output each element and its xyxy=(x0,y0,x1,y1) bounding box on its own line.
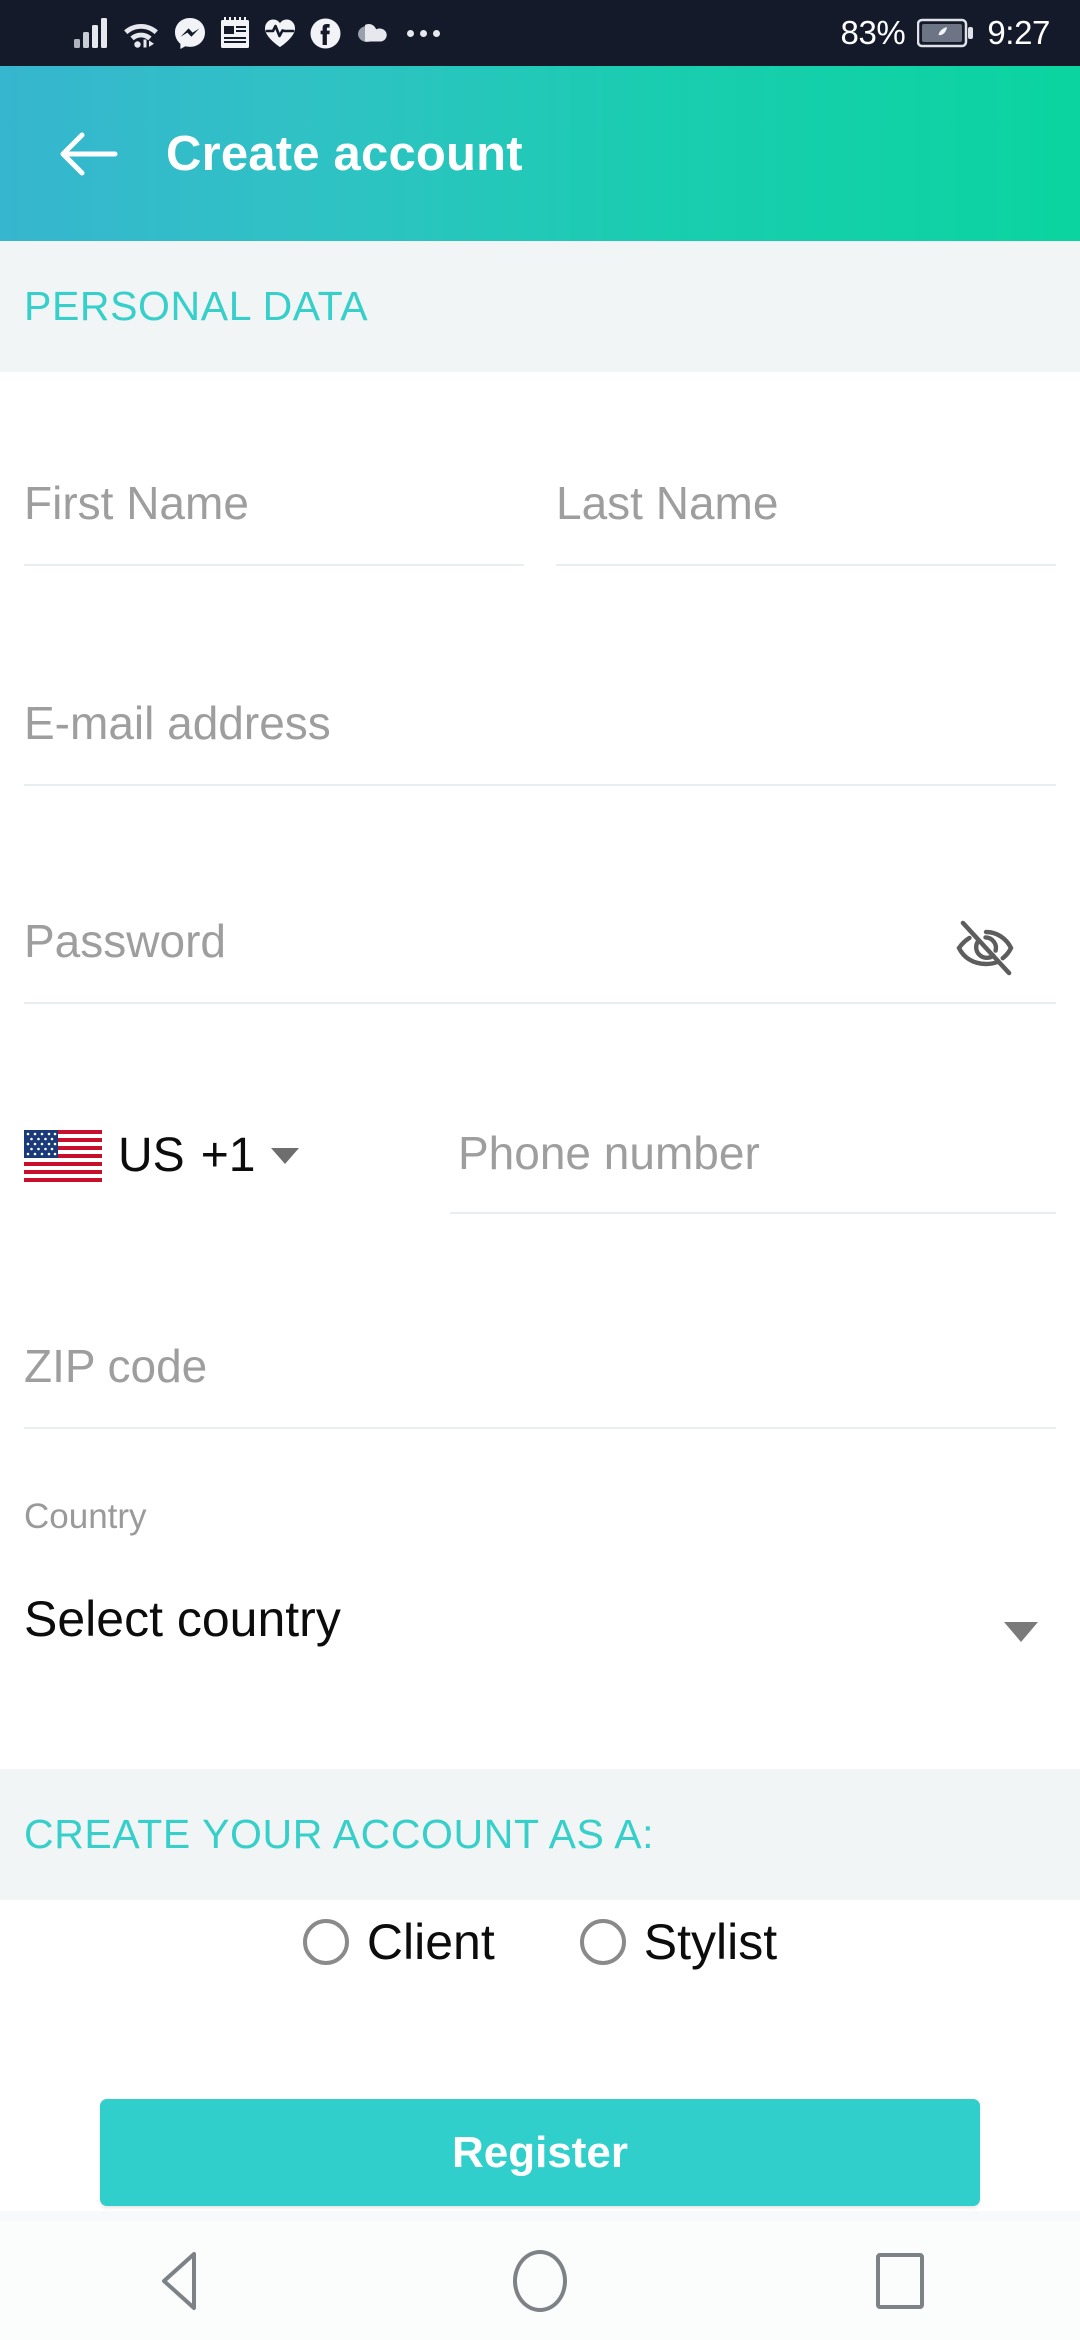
last-name-field[interactable]: Last Name xyxy=(556,470,1056,566)
us-flag-icon xyxy=(24,1129,102,1182)
email-underline xyxy=(24,784,1056,786)
status-bar-right: 83% 9:27 xyxy=(841,14,1080,52)
first-name-underline xyxy=(24,564,524,566)
notes-icon xyxy=(221,17,249,48)
phone-number-underline xyxy=(450,1212,1056,1214)
content-bottom-strip xyxy=(0,2211,1080,2221)
arrow-left-icon xyxy=(60,132,118,175)
radio-option-stylist[interactable]: Stylist xyxy=(579,1913,778,1971)
battery-percent: 83% xyxy=(840,14,906,51)
radio-option-client[interactable]: Client xyxy=(302,1913,495,1971)
country-select[interactable]: Select country xyxy=(0,1580,1080,1690)
nav-home-icon xyxy=(513,2249,567,2312)
zip-code-placeholder: ZIP code xyxy=(24,1340,208,1392)
signal-bars-icon xyxy=(74,18,107,48)
section-header-personal-data: PERSONAL DATA xyxy=(0,241,1080,372)
radio-circle-icon xyxy=(579,1919,626,1965)
app-screen: 83% 9:27 Create account PERSONAL DATA Fi… xyxy=(0,0,1080,2340)
country-selected-value: Select country xyxy=(24,1591,341,1647)
caret-down-icon xyxy=(1004,1622,1038,1642)
phone-row: US +1 Phone number xyxy=(0,1114,1080,1224)
radio-circle-icon xyxy=(302,1919,349,1965)
country-label-row: Country xyxy=(0,1497,1080,1557)
email-placeholder: E-mail address xyxy=(24,697,331,749)
nav-back-button[interactable] xyxy=(105,2221,255,2340)
section-title-personal-data: PERSONAL DATA xyxy=(24,283,369,329)
nav-recents-icon xyxy=(876,2252,924,2309)
facebook-icon xyxy=(310,18,341,48)
page-title: Create account xyxy=(166,126,523,181)
eye-off-icon xyxy=(956,920,1014,976)
nav-recents-button[interactable] xyxy=(825,2221,975,2340)
radio-label-client: Client xyxy=(366,1914,495,1970)
register-button-label: Register xyxy=(451,2127,629,2177)
register-button[interactable]: Register xyxy=(100,2099,980,2206)
phone-number-placeholder: Phone number xyxy=(458,1127,760,1179)
password-field[interactable]: Password xyxy=(24,908,1056,1004)
status-bar: 83% 9:27 xyxy=(0,0,1080,66)
section-header-account-type: CREATE YOUR ACCOUNT AS A: xyxy=(0,1769,1080,1900)
phone-number-field[interactable]: Phone number xyxy=(450,1114,1056,1214)
messenger-icon xyxy=(175,18,205,49)
password-placeholder: Password xyxy=(24,915,226,967)
dial-code-label: +1 xyxy=(200,1129,256,1182)
zip-code-underline xyxy=(24,1427,1056,1429)
last-name-underline xyxy=(556,564,1056,566)
app-bar: Create account xyxy=(0,66,1080,241)
section-title-account-type: CREATE YOUR ACCOUNT AS A: xyxy=(24,1811,655,1857)
password-visibility-toggle[interactable] xyxy=(946,908,1026,988)
first-name-field[interactable]: First Name xyxy=(24,470,524,566)
last-name-placeholder: Last Name xyxy=(556,477,779,529)
overflow-dots-icon xyxy=(407,29,440,37)
android-nav-bar xyxy=(0,2221,1080,2340)
first-name-placeholder: First Name xyxy=(24,477,249,529)
wifi-icon xyxy=(124,24,158,48)
battery-icon xyxy=(917,18,974,48)
country-code-label: US xyxy=(118,1129,185,1182)
status-bar-clock: 9:27 xyxy=(987,14,1050,51)
email-field[interactable]: E-mail address xyxy=(24,690,1056,786)
health-heartbeat-icon xyxy=(265,19,295,47)
status-bar-icons xyxy=(0,17,440,49)
nav-home-button[interactable] xyxy=(465,2221,615,2340)
country-label: Country xyxy=(24,1497,147,1536)
back-button[interactable] xyxy=(40,106,136,202)
password-underline xyxy=(24,1002,1056,1004)
cloud-icon xyxy=(358,24,387,42)
radio-label-stylist: Stylist xyxy=(643,1914,778,1970)
nav-back-icon xyxy=(162,2251,196,2310)
zip-code-field[interactable]: ZIP code xyxy=(24,1333,1056,1429)
country-code-selector[interactable]: US +1 xyxy=(24,1128,300,1183)
caret-down-icon xyxy=(271,1147,300,1164)
account-type-options: Client Stylist xyxy=(0,1913,1080,1971)
